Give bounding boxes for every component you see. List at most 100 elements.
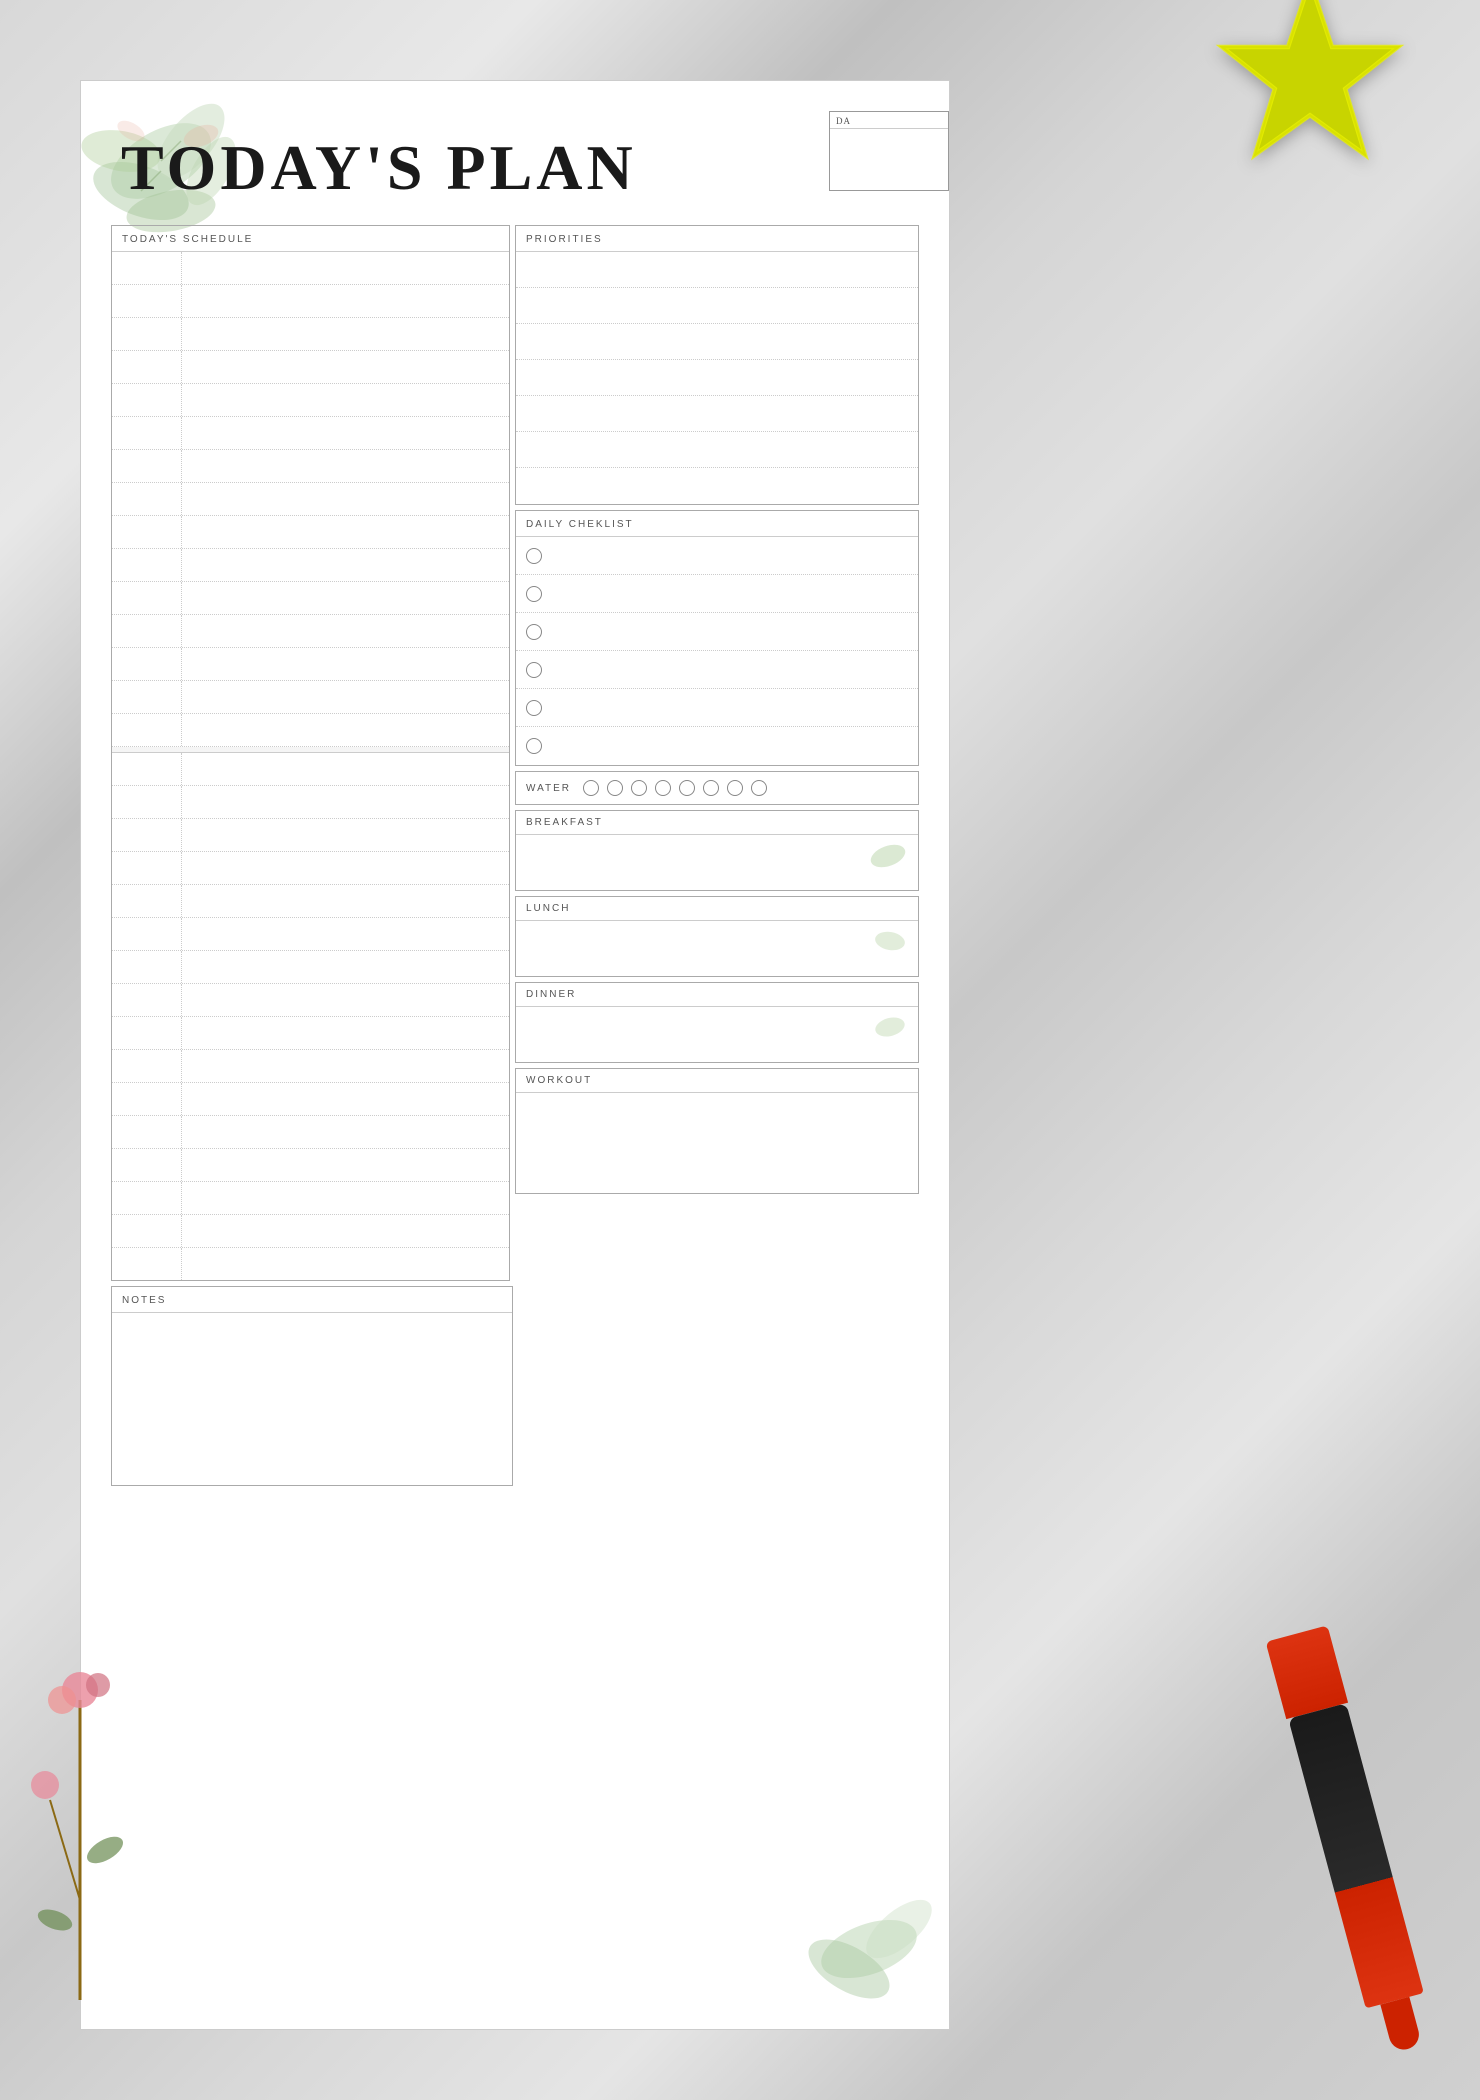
priority-row[interactable] [516,468,918,504]
schedule-line[interactable] [182,819,509,851]
priority-row[interactable] [516,324,918,360]
schedule-line[interactable] [182,1116,509,1148]
schedule-row[interactable] [112,351,509,384]
checklist-text[interactable] [552,622,908,642]
schedule-line[interactable] [182,351,509,383]
checklist-row[interactable] [516,575,918,613]
schedule-line[interactable] [182,615,509,647]
schedule-line[interactable] [182,918,509,950]
checklist-row[interactable] [516,651,918,689]
check-circle[interactable] [526,700,542,716]
schedule-line[interactable] [182,417,509,449]
schedule-line[interactable] [182,1050,509,1082]
breakfast-content[interactable] [516,835,918,890]
schedule-line[interactable] [182,483,509,515]
schedule-row[interactable] [112,786,509,819]
schedule-row[interactable] [112,1017,509,1050]
schedule-row[interactable] [112,516,509,549]
schedule-line[interactable] [182,951,509,983]
schedule-row[interactable] [112,852,509,885]
check-circle[interactable] [526,624,542,640]
water-circle-2[interactable] [607,780,623,796]
checklist-row[interactable] [516,613,918,651]
checklist-text[interactable] [552,546,908,566]
schedule-line[interactable] [182,1083,509,1115]
checklist-text[interactable] [552,698,908,718]
schedule-row[interactable] [112,885,509,918]
schedule-row[interactable] [112,549,509,582]
schedule-row[interactable] [112,252,509,285]
check-circle[interactable] [526,662,542,678]
priority-row[interactable] [516,396,918,432]
notes-content[interactable] [112,1313,512,1473]
schedule-line[interactable] [182,384,509,416]
checklist-text[interactable] [552,584,908,604]
schedule-line[interactable] [182,549,509,581]
schedule-row[interactable] [112,918,509,951]
schedule-line[interactable] [182,753,509,785]
schedule-line[interactable] [182,516,509,548]
priority-row[interactable] [516,432,918,468]
schedule-line[interactable] [182,1149,509,1181]
lunch-content[interactable] [516,921,918,976]
workout-content[interactable] [516,1093,918,1193]
schedule-line[interactable] [182,285,509,317]
check-circle[interactable] [526,738,542,754]
schedule-row[interactable] [112,450,509,483]
schedule-row[interactable] [112,582,509,615]
schedule-row[interactable] [112,753,509,786]
priority-row[interactable] [516,288,918,324]
schedule-row[interactable] [112,1050,509,1083]
schedule-line[interactable] [182,714,509,746]
schedule-row[interactable] [112,681,509,714]
priority-row[interactable] [516,360,918,396]
water-circle-3[interactable] [631,780,647,796]
schedule-line[interactable] [182,1215,509,1247]
check-circle[interactable] [526,548,542,564]
schedule-line[interactable] [182,318,509,350]
checklist-row[interactable] [516,689,918,727]
schedule-line[interactable] [182,1182,509,1214]
checklist-text[interactable] [552,660,908,680]
schedule-line[interactable] [182,252,509,284]
schedule-row[interactable] [112,648,509,681]
water-circle-4[interactable] [655,780,671,796]
schedule-line[interactable] [182,1017,509,1049]
schedule-line[interactable] [182,1248,509,1280]
checklist-row[interactable] [516,727,918,765]
schedule-line[interactable] [182,885,509,917]
water-circle-1[interactable] [583,780,599,796]
schedule-row[interactable] [112,483,509,516]
schedule-row[interactable] [112,951,509,984]
dinner-content[interactable] [516,1007,918,1062]
water-circle-5[interactable] [679,780,695,796]
water-circle-6[interactable] [703,780,719,796]
schedule-line[interactable] [182,582,509,614]
schedule-line[interactable] [182,786,509,818]
schedule-row[interactable] [112,1182,509,1215]
schedule-row[interactable] [112,384,509,417]
schedule-line[interactable] [182,450,509,482]
schedule-row[interactable] [112,1248,509,1280]
schedule-row[interactable] [112,984,509,1017]
schedule-row[interactable] [112,285,509,318]
schedule-line[interactable] [182,852,509,884]
schedule-row[interactable] [112,1116,509,1149]
checklist-row[interactable] [516,537,918,575]
water-circle-8[interactable] [751,780,767,796]
schedule-row[interactable] [112,714,509,747]
schedule-line[interactable] [182,984,509,1016]
schedule-row[interactable] [112,1149,509,1182]
schedule-row[interactable] [112,318,509,351]
check-circle[interactable] [526,586,542,602]
schedule-row[interactable] [112,1215,509,1248]
schedule-row[interactable] [112,819,509,852]
schedule-row[interactable] [112,417,509,450]
water-circle-7[interactable] [727,780,743,796]
schedule-row[interactable] [112,1083,509,1116]
priority-row[interactable] [516,252,918,288]
schedule-row[interactable] [112,615,509,648]
schedule-line[interactable] [182,648,509,680]
checklist-text[interactable] [552,736,908,756]
schedule-line[interactable] [182,681,509,713]
